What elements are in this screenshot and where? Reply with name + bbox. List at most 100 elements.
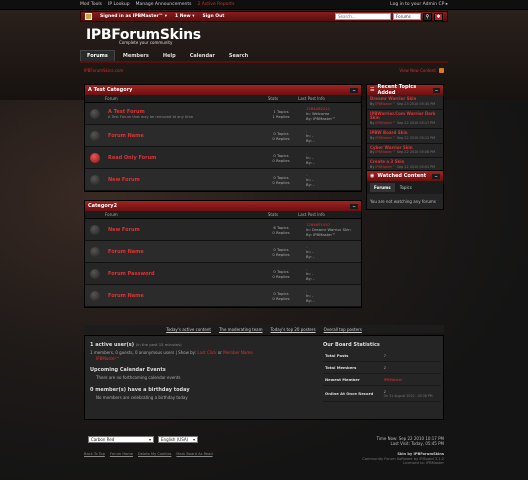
topic-author[interactable]: IPBMaster™ [375,121,395,125]
recent-topics-header: ☰ Recent Topics Added − [367,84,443,96]
forum-link[interactable]: Forum Name [108,249,256,255]
last-post-author: By: - [306,182,315,187]
collapse-toggle[interactable]: − [350,203,358,209]
admin-cp-link[interactable]: Log in to your Admin CP ▸ [390,2,448,7]
language-select[interactable]: English (USA) ▾ [158,436,198,443]
topic-author[interactable]: IPBMaster™ [375,136,395,140]
advanced-search-button[interactable]: ✱ [434,12,443,21]
tab-calendar[interactable]: Calendar [184,51,221,61]
reply-count: 0 Replies [272,135,290,141]
list-icon: ☰ [370,87,375,93]
footer-links: Back To Top Forum Home Delete My Cookies… [84,452,213,456]
read-only-icon [90,152,100,163]
search-button[interactable]: ⚲ [423,12,432,21]
tab-members[interactable]: Members [117,51,155,61]
topic-author[interactable]: IPBMaster™ [375,165,395,169]
forum-link[interactable]: Read Only Forum [108,155,256,161]
topic-date: Sep 23 2010 05:35 PM [396,101,436,106]
reply-count: 0 Replies [272,251,290,257]
back-to-top-link[interactable]: Back To Top [84,452,105,456]
tab-watched-topics[interactable]: Topics [396,183,416,192]
stat-key: Newest Member [323,373,382,386]
tab-search[interactable]: Search [223,51,254,61]
gear-icon: ✱ [436,13,441,20]
collapse-toggle[interactable]: − [432,173,440,179]
active-users-heading: 1 active user(s) (in the past 15 minutes… [90,342,310,348]
moderating-team-link[interactable]: The moderating team [219,327,263,332]
col-stats: Stats [267,96,279,101]
reply-count: 1 Replies [272,113,290,119]
last-post-author: By: - [306,160,315,165]
forum-link[interactable]: New Forum [108,227,256,233]
view-new-content[interactable]: View New Content [399,68,444,73]
topic-author[interactable]: IPBMaster™ [375,150,395,154]
delete-cookies-link[interactable]: Delete My Cookies [138,452,171,456]
recent-topics-box: ☰ Recent Topics Added − Dreamr Warrior S… [366,84,444,174]
collapse-toggle[interactable]: − [350,87,358,93]
last-post-author: By: - [306,138,315,143]
skin-select-value: Carbon Red [91,437,115,442]
watched-title: Watched Content [377,173,427,179]
mark-read-link[interactable]: Mark Board As Read [176,452,212,456]
stats-links-bar: Today's active content The moderating te… [84,325,444,333]
newest-member-link[interactable]: IPBMaster [381,373,441,386]
search-input[interactable] [335,13,391,20]
forum-link[interactable]: Forum Password [108,271,256,277]
tab-help[interactable]: Help [157,51,182,61]
search-form: Forums ⚲ ✱ [335,12,443,21]
tab-forums[interactable]: Forums [80,50,115,61]
rss-icon[interactable] [439,68,444,73]
watched-content-box: ◉ Watched Content − Forums Topics You ar… [366,170,444,210]
ip-lookup-link[interactable]: IP Lookup [108,2,130,7]
skin-credit[interactable]: Skin by IPBForumSkins [397,452,444,456]
forum-link[interactable]: Forum Name [108,133,256,139]
overall-posters-link[interactable]: Overall top posters [324,327,362,332]
forum-home-link[interactable]: Forum Home [110,452,133,456]
reports-link[interactable]: 2 Active Reports [198,2,235,7]
top20-posters-link[interactable]: Today's top 20 posters [271,327,316,332]
sort-last-click[interactable]: Last Click [197,350,216,355]
category-block: Category2 − Forum Stats Last Post Info N… [84,200,362,308]
forum-link[interactable]: New Forum [108,177,256,183]
stat-key: Online At Once Record [323,385,382,402]
mod-tools-link[interactable]: Mod Tools [80,2,102,7]
forum-status-icon [90,246,100,257]
sign-out-link[interactable]: Sign Out [203,14,225,19]
time-info: Time Now: Sep 22 2010 10:17 PM Last Visit… [377,436,444,446]
forum-status-icon [90,268,100,279]
table-row: Total Posts 7 [323,350,441,362]
sort-member-name[interactable]: Member Name [223,350,253,355]
active-member-link[interactable]: IPBMaster™ [96,356,120,361]
stat-value: 7 [381,350,441,362]
last-post-author[interactable]: By: IPBMaster™ [306,116,361,121]
forum-link[interactable]: Forum Name [108,293,256,299]
category-header: A Test Category − [85,85,361,95]
recent-topics-title: Recent Topics Added [377,84,417,96]
record-date: On 31 August 2010 - 05:38 PM [383,394,433,398]
topic-author[interactable]: IPBMaster™ [375,102,395,106]
category-title[interactable]: Category2 [88,203,117,209]
table-row: Forum Name 0 Topics 0 Replies - In: - By: - [85,125,361,147]
topic-link[interactable]: IPBWarrior.Com Warrior Dark Skin [370,111,440,122]
eye-icon: ◉ [370,173,375,179]
table-row: Online At Once Record 2 On 31 August 2010 … [323,385,441,402]
breadcrumb[interactable]: IPBForumSkins.com [84,68,123,73]
category-title[interactable]: A Test Category [88,87,132,93]
topic-meta: By IPBMaster™ Sep 22 2010 05:08 PM [370,150,436,155]
collapse-toggle[interactable]: − [432,87,440,93]
topic-meta: By IPBMaster™ Sep 23 2010 05:35 PM [370,101,436,106]
active-content-link[interactable]: Today's active content [166,327,211,332]
announcements-link[interactable]: Manage Announcements [136,2,192,7]
stat-value: 2 On 31 August 2010 - 05:38 PM [381,385,441,402]
signed-in-menu[interactable]: Signed in as IPBMaster™ ▾ [100,14,167,19]
skin-select[interactable]: Carbon Red ▾ [88,436,154,443]
avatar[interactable] [85,13,92,20]
tab-watched-forums[interactable]: Forums [370,183,395,192]
last-post-author[interactable]: By: IPBMaster™ [306,232,361,237]
topic-date: Sep 22 2010 05:01 PM [396,164,436,169]
new-content-menu[interactable]: 1 New ▾ [175,14,195,19]
search-scope-select[interactable]: Forums [393,13,421,20]
forum-rows: New Forum 6 Topics 0 Replies 1284651457 In… [85,219,361,307]
col-last: Last Post Info [298,212,325,217]
active-users-count: 1 members, 0 guests, 0 anonymous users [90,350,175,355]
